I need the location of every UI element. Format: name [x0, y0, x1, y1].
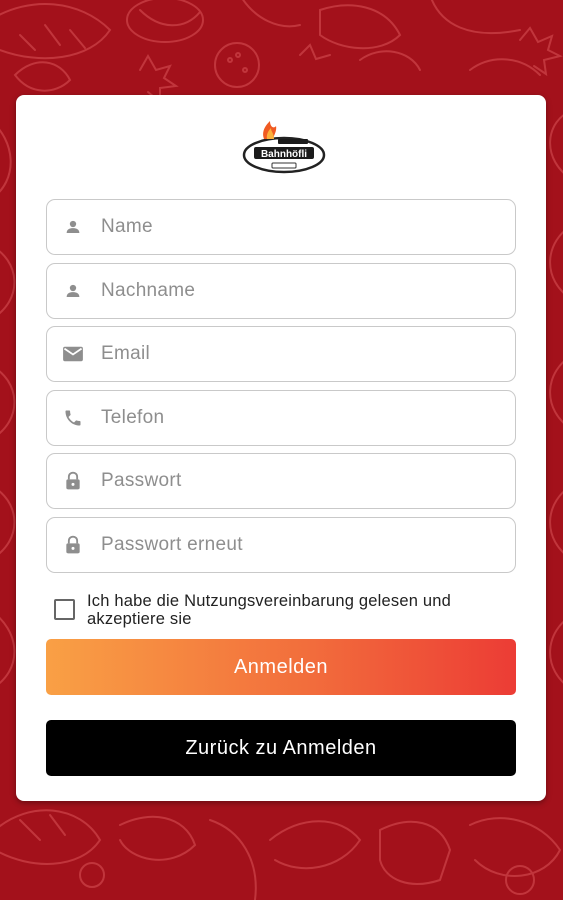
- password-repeat-input[interactable]: [101, 534, 515, 556]
- flame-logo-icon: Bahnhöfli: [242, 121, 326, 174]
- email-field[interactable]: [46, 326, 516, 382]
- person-icon: [62, 280, 84, 302]
- phone-input[interactable]: [101, 407, 515, 429]
- registration-card: Bahnhöfli Name Nachname Email Telefon Ic…: [16, 95, 546, 801]
- logo-brand-text: Bahnhöfli: [261, 149, 307, 160]
- email-input[interactable]: [101, 343, 515, 365]
- lock-icon: [62, 534, 84, 556]
- phone-field[interactable]: [46, 390, 516, 446]
- terms-row: Ich habe die Nutzungsvereinbarung gelese…: [54, 592, 524, 628]
- lock-icon: [62, 470, 84, 492]
- terms-checkbox[interactable]: [54, 599, 75, 620]
- register-button[interactable]: Anmelden: [46, 639, 516, 695]
- password-field[interactable]: [46, 453, 516, 509]
- password-input[interactable]: [101, 470, 515, 492]
- brand-logo: Bahnhöfli: [236, 117, 332, 177]
- lastname-input[interactable]: [101, 280, 515, 302]
- lastname-field[interactable]: [46, 263, 516, 319]
- name-input[interactable]: [101, 216, 515, 238]
- back-to-login-button[interactable]: Zurück zu Anmelden: [46, 720, 516, 776]
- name-field[interactable]: [46, 199, 516, 255]
- terms-label: Ich habe die Nutzungsvereinbarung gelese…: [87, 592, 452, 628]
- email-icon: [62, 343, 84, 365]
- phone-icon: [62, 407, 84, 429]
- password-repeat-field[interactable]: [46, 517, 516, 573]
- person-icon: [62, 216, 84, 238]
